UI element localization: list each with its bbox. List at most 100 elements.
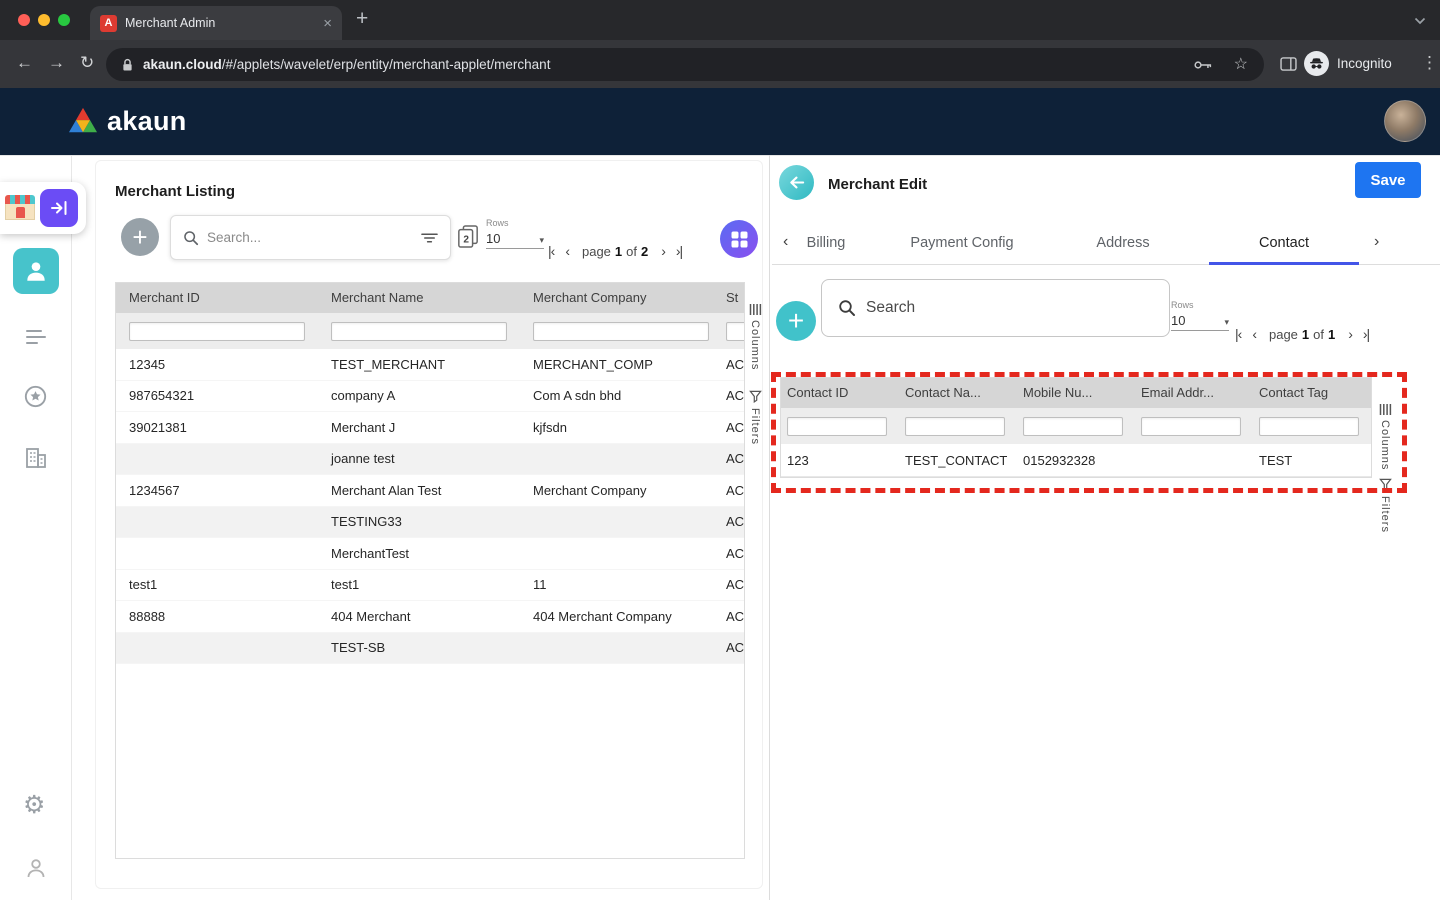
bookmark-star-icon[interactable]: ☆ [1234, 57, 1248, 73]
url-bar[interactable]: akaun.cloud /#/applets/wavelet/erp/entit… [106, 48, 1264, 81]
user-avatar[interactable] [1384, 100, 1426, 142]
filters-rail-tab[interactable]: Filters [1379, 478, 1392, 533]
url-domain: akaun.cloud [143, 57, 222, 72]
browser-menu-icon[interactable]: ⋮ [1421, 53, 1438, 73]
sidebar-item-listing[interactable] [24, 327, 48, 352]
cell-merchant-company: MERCHANT_COMP [520, 357, 722, 372]
filter-input-mobile[interactable] [1023, 417, 1123, 436]
tab-close-icon[interactable]: × [323, 16, 332, 31]
table-row[interactable]: 987654321 company A Com A sdn bhd AC [116, 381, 744, 413]
tab-billing[interactable]: Billing [807, 235, 846, 251]
cell-merchant-name: joanne test [318, 451, 520, 466]
cell-status: AC [722, 483, 744, 498]
add-contact-button[interactable]: + [776, 301, 816, 341]
pagination-last-icon[interactable]: ›| [1363, 326, 1369, 342]
browser-toolbar: ← → ↻ akaun.cloud /#/applets/wavelet/erp… [0, 40, 1440, 88]
pinned-applet-card[interactable] [0, 182, 86, 234]
rows-per-page-select[interactable]: 10 ▾ [486, 231, 544, 249]
sidebar-item-company[interactable] [24, 447, 48, 474]
new-tab-button[interactable]: + [356, 7, 368, 31]
filter-input-merchant-company[interactable] [533, 322, 709, 341]
tabs-scroll-right-icon[interactable]: › [1374, 233, 1379, 251]
column-header-contact-tag[interactable]: Contact Tag [1253, 378, 1371, 408]
rows-label: Rows [486, 218, 544, 228]
contact-search-input[interactable] [866, 299, 1153, 317]
tab-payment-config[interactable]: Payment Config [910, 235, 1013, 251]
merchant-search-input[interactable] [207, 230, 413, 245]
tab-address[interactable]: Address [1096, 235, 1149, 251]
contact-search-box [821, 279, 1170, 337]
column-header-contact-id[interactable]: Contact ID [781, 378, 899, 408]
tab-list-chevron-icon[interactable] [1414, 17, 1426, 25]
filter-input-contact-name[interactable] [905, 417, 1005, 436]
cell-contact-name: TEST_CONTACT [899, 453, 1017, 468]
browser-reload-button[interactable]: ↻ [80, 53, 94, 73]
column-header-email[interactable]: Email Addr... [1135, 378, 1253, 408]
pagination-last-icon[interactable]: ›| [676, 243, 682, 259]
merchant-table-header: Merchant ID Merchant Name Merchant Compa… [116, 283, 744, 313]
rows-per-page-select[interactable]: 10 ▾ [1171, 313, 1229, 331]
filters-rail-tab[interactable]: Filters [749, 390, 762, 445]
window-zoom-button[interactable] [58, 14, 70, 26]
column-header-contact-name[interactable]: Contact Na... [899, 378, 1017, 408]
cell-status: AC [722, 357, 744, 372]
column-header-mobile[interactable]: Mobile Nu... [1017, 378, 1135, 408]
cell-merchant-id: 12345 [116, 357, 318, 372]
column-header-merchant-company[interactable]: Merchant Company [520, 283, 722, 313]
table-row[interactable]: 88888 404 Merchant 404 Merchant Company … [116, 601, 744, 633]
sidebar-item-merchant[interactable] [13, 248, 59, 294]
grid-view-button[interactable] [720, 220, 758, 258]
filter-input-merchant-id[interactable] [129, 322, 305, 341]
pagination-prev-icon[interactable]: ‹ [1252, 326, 1256, 342]
pagination-next-icon[interactable]: › [1348, 326, 1352, 342]
filter-input-contact-id[interactable] [787, 417, 887, 436]
sidebar-item-favorites[interactable] [23, 384, 48, 414]
incognito-label: Incognito [1337, 56, 1392, 71]
table-row[interactable]: MerchantTest AC [116, 538, 744, 570]
table-row[interactable]: test1 test1 11 AC [116, 570, 744, 602]
pagination-first-icon[interactable]: |‹ [548, 243, 554, 259]
table-row[interactable]: 39021381 Merchant J kjfsdn AC [116, 412, 744, 444]
save-button[interactable]: Save [1355, 162, 1421, 198]
window-minimize-button[interactable] [38, 14, 50, 26]
column-header-merchant-name[interactable]: Merchant Name [318, 283, 520, 313]
browser-tab[interactable]: A Merchant Admin × [90, 6, 342, 40]
columns-rail-tab[interactable]: Columns [749, 304, 762, 370]
search-icon [838, 299, 856, 317]
account-icon[interactable] [24, 857, 48, 884]
settings-gear-icon[interactable]: ⚙ [23, 793, 45, 818]
person-outline-icon [24, 857, 48, 879]
window-close-button[interactable] [18, 14, 30, 26]
cell-merchant-name: MerchantTest [318, 546, 520, 561]
browser-back-button[interactable]: ← [16, 53, 33, 73]
pagination-prev-icon[interactable]: ‹ [565, 243, 569, 259]
table-row[interactable]: 12345 TEST_MERCHANT MERCHANT_COMP AC [116, 349, 744, 381]
contact-table-filter-row [781, 408, 1371, 444]
columns-rail-tab[interactable]: Columns [1379, 404, 1392, 470]
column-header-status[interactable]: St [722, 283, 744, 313]
filter-input-status[interactable] [726, 322, 745, 341]
table-row[interactable]: TEST-SB AC [116, 633, 744, 665]
table-row[interactable]: joanne test AC [116, 444, 744, 476]
filter-input-contact-tag[interactable] [1259, 417, 1359, 436]
back-button[interactable] [779, 165, 814, 200]
table-row[interactable]: 123 TEST_CONTACT 0152932328 TEST [781, 444, 1371, 477]
side-panel-icon[interactable] [1280, 57, 1297, 71]
key-icon[interactable] [1194, 60, 1212, 70]
table-row[interactable]: 1234567 Merchant Alan Test Merchant Comp… [116, 475, 744, 507]
filter-list-icon[interactable] [421, 232, 438, 244]
pagination-next-icon[interactable]: › [661, 243, 665, 259]
pagination-first-icon[interactable]: |‹ [1235, 326, 1241, 342]
filter-input-merchant-name[interactable] [331, 322, 507, 341]
add-merchant-button[interactable]: + [121, 218, 159, 256]
filter-input-email[interactable] [1141, 417, 1241, 436]
table-row[interactable]: TESTING33 AC [116, 507, 744, 539]
rows-label: Rows [1171, 300, 1229, 310]
browser-tabstrip: A Merchant Admin × + [0, 0, 1440, 40]
column-header-merchant-id[interactable]: Merchant ID [116, 283, 318, 313]
tab-contact[interactable]: Contact [1259, 235, 1309, 251]
tabs-scroll-left-icon[interactable]: ‹ [783, 233, 788, 251]
browser-forward-button[interactable]: → [48, 53, 65, 73]
url-path: /#/applets/wavelet/erp/entity/merchant-a… [222, 57, 551, 72]
open-applet-button[interactable] [40, 189, 78, 227]
